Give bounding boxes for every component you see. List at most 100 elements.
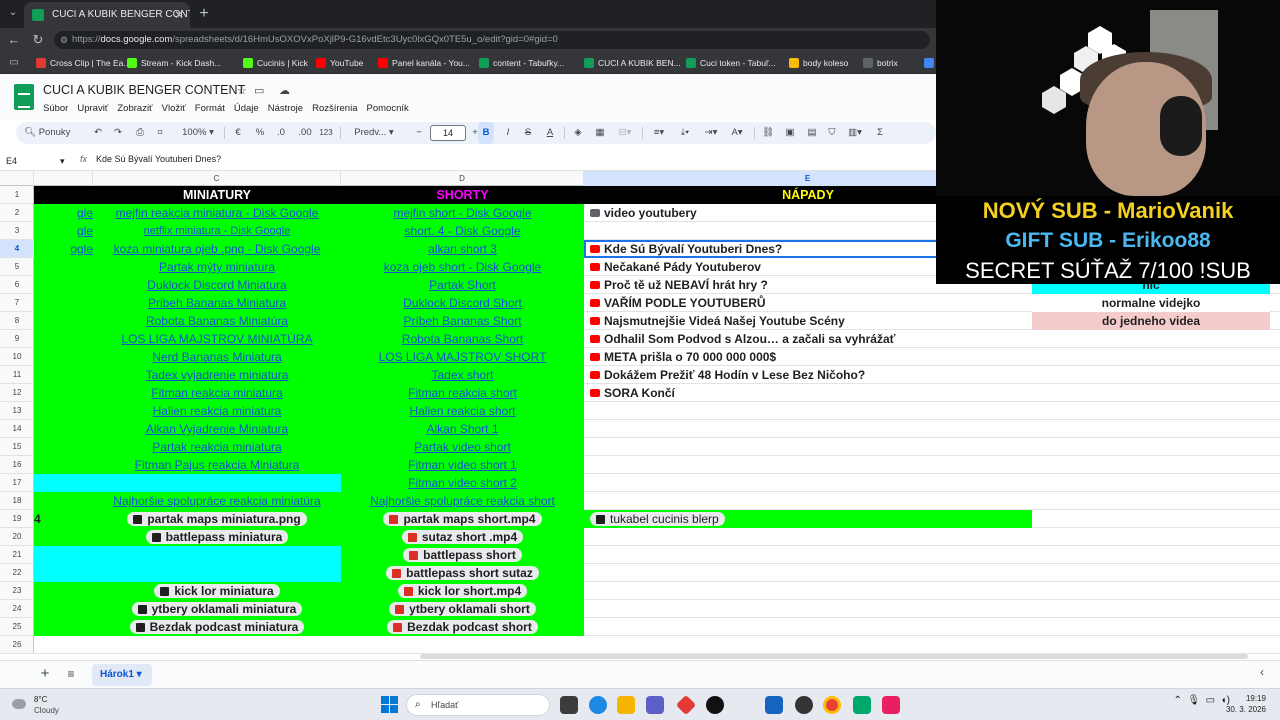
document-title[interactable]: CUCI A KUBIK BENGER CONTENT [43, 83, 245, 97]
filter-views-icon[interactable]: ▥▾ [844, 122, 866, 144]
row-header[interactable]: 8 [0, 312, 34, 330]
cell-b[interactable] [34, 420, 93, 438]
miniatura-cell[interactable]: Partak reakcia miniatura [93, 438, 341, 456]
cell-b[interactable] [34, 276, 93, 294]
short-file-cell[interactable]: partak maps short.mp4 [341, 510, 584, 528]
row-header[interactable]: 17 [0, 474, 34, 492]
align-horizontal-icon[interactable]: ≡▾ [648, 122, 670, 144]
short-cell[interactable]: Tadex short [341, 366, 584, 384]
idea-cell[interactable]: SORA Končí [584, 384, 1032, 402]
row-header[interactable]: 20 [0, 528, 34, 546]
tiktok-icon[interactable] [706, 696, 724, 714]
miniatura-cell[interactable]: Duklock Discord Miniatura [93, 276, 341, 294]
file-chip[interactable]: kick lor short.mp4 [397, 584, 528, 598]
cell-b[interactable] [34, 456, 93, 474]
note-cell[interactable]: normalne videjko [1032, 294, 1270, 312]
miniatura-cell[interactable]: Robota Bananas Miniatúra [93, 312, 341, 330]
row-header[interactable]: 22 [0, 564, 34, 582]
miniatura-cell[interactable]: Fitman reakcia miniatura [93, 384, 341, 402]
browser-tab[interactable]: CUCI A KUBIK BENGER CONTENT ✕ [24, 2, 190, 28]
app-green-icon[interactable] [853, 696, 871, 714]
photos-icon[interactable] [765, 696, 783, 714]
tiktok-studio-icon[interactable] [882, 696, 900, 714]
cell-b[interactable] [34, 294, 93, 312]
text-wrap-icon[interactable]: ⇥▾ [700, 122, 722, 144]
row-header[interactable]: 6 [0, 276, 34, 294]
file-chip[interactable]: Bezdak podcast short [387, 620, 538, 634]
miniatura-cell[interactable]: Fitman Pajus reakcia Miniatura [93, 456, 341, 474]
cell-b[interactable] [34, 438, 93, 456]
row-header[interactable]: 19 [0, 510, 34, 528]
cell-b[interactable]: gle [34, 222, 93, 240]
short-cell[interactable]: Partak video short [341, 438, 584, 456]
miniatura-cell[interactable]: Nerd Bananas Miniatura [93, 348, 341, 366]
name-box[interactable]: E4 ▾ [6, 154, 68, 168]
miniatura-file-cell[interactable]: Bezdak podcast miniatura [93, 618, 341, 636]
miniatura-cell[interactable]: Pribeh Bananas Miniatura [93, 294, 341, 312]
cell-b[interactable] [34, 330, 93, 348]
font-size-input[interactable]: 14 [430, 125, 466, 141]
link-icon[interactable]: ⛓ [760, 122, 776, 144]
side-panel-chevron-icon[interactable]: ‹ [1260, 665, 1264, 679]
short-cell[interactable]: Fitman video short 2 [341, 474, 584, 492]
file-explorer-icon[interactable] [617, 696, 635, 714]
idea-file-cell[interactable]: tukabel cucinis blerp [584, 510, 1032, 528]
bookmark-item[interactable]: botrix [863, 52, 898, 74]
menu-item[interactable]: Zobraziť [117, 103, 152, 114]
cell-b[interactable] [34, 618, 93, 636]
miniatura-cell[interactable]: Alkan Vyjadrenie Miniatura [93, 420, 341, 438]
formula-input[interactable]: Kde Sú Bývalí Youtuberi Dnes? [96, 154, 221, 164]
functions-button[interactable]: Σ [872, 122, 888, 144]
sheet-tab-harok1[interactable]: Hárok1 ▾ [92, 664, 152, 686]
file-chip[interactable]: sutaz short .mp4 [401, 530, 524, 544]
short-file-cell[interactable]: battlepass short sutaz [341, 564, 584, 582]
short-cell[interactable]: koza ojeb short - Disk Google [341, 258, 584, 276]
text-color-button[interactable]: A [542, 122, 558, 144]
close-tab-icon[interactable]: ✕ [174, 2, 184, 28]
merge-cells-icon[interactable]: ⊟▾ [614, 122, 636, 144]
idea-cell[interactable]: Odhalil Som Podvod s Alzou… a začali sa … [584, 330, 1032, 348]
header-shorty[interactable]: SHORTY [341, 186, 584, 204]
horizontal-scrollbar[interactable] [420, 654, 1248, 659]
bookmark-item[interactable]: content - Tabuľky... [479, 52, 564, 74]
short-cell[interactable]: mejfin short - Disk Google [341, 204, 584, 222]
taskbar-search-input[interactable]: ⌕ Hľadať [406, 694, 550, 716]
row-header[interactable]: 7 [0, 294, 34, 312]
cell-b[interactable] [34, 402, 93, 420]
short-cell[interactable]: Alkan Short 1 [341, 420, 584, 438]
tab-search-icon[interactable]: ⌄ [4, 4, 22, 22]
decrease-decimal-button[interactable]: .0 [272, 122, 290, 144]
cell-b[interactable] [34, 348, 93, 366]
row-header[interactable]: 4 [0, 240, 34, 258]
row-header[interactable]: 11 [0, 366, 34, 384]
comment-icon[interactable]: ▣ [782, 122, 798, 144]
chrome-icon[interactable] [823, 696, 841, 714]
miniatura-file-cell[interactable]: kick lor miniatura [93, 582, 341, 600]
increase-decimal-button[interactable]: .00 [294, 122, 316, 144]
windows-start-icon[interactable] [381, 696, 399, 714]
column-header-b[interactable] [34, 171, 93, 186]
file-chip[interactable]: Bezdak podcast miniatura [129, 620, 305, 634]
font-select[interactable]: Predv... ▾ [346, 122, 402, 144]
clock[interactable]: 19:19 30. 3. 2026 [1216, 693, 1266, 715]
menu-item[interactable]: Upraviť [77, 103, 108, 114]
file-chip[interactable]: battlepass miniatura [145, 530, 289, 544]
row-header[interactable]: 1 [0, 186, 34, 204]
miniatura-cell[interactable]: netflix miniatura - Disk Google [93, 222, 341, 240]
menu-item[interactable]: Vložiť [162, 103, 186, 114]
row-header[interactable]: 18 [0, 492, 34, 510]
cyan-fill[interactable] [34, 546, 341, 564]
font-size-decrease-icon[interactable]: − [412, 122, 426, 144]
menu-item[interactable]: Formát [195, 103, 225, 114]
number-format-button[interactable]: 123 [316, 122, 336, 144]
all-sheets-icon[interactable]: ≡ [62, 665, 80, 683]
idea-cell[interactable]: Dokážem Prežiť 48 Hodín v Lese Bez Ničoh… [584, 366, 1032, 384]
short-cell[interactable]: Partak Short [341, 276, 584, 294]
column-header-d[interactable]: D [341, 171, 584, 186]
menu-item[interactable]: Nástroje [268, 103, 303, 114]
short-file-cell[interactable]: battlepass short [341, 546, 584, 564]
miniatura-cell[interactable]: Najhoršie spolupráce reakcia miniatúra [93, 492, 341, 510]
bookmark-item[interactable]: YouTube [316, 52, 363, 74]
select-all-corner[interactable] [0, 171, 34, 186]
short-cell[interactable]: Duklock Discord Short [341, 294, 584, 312]
